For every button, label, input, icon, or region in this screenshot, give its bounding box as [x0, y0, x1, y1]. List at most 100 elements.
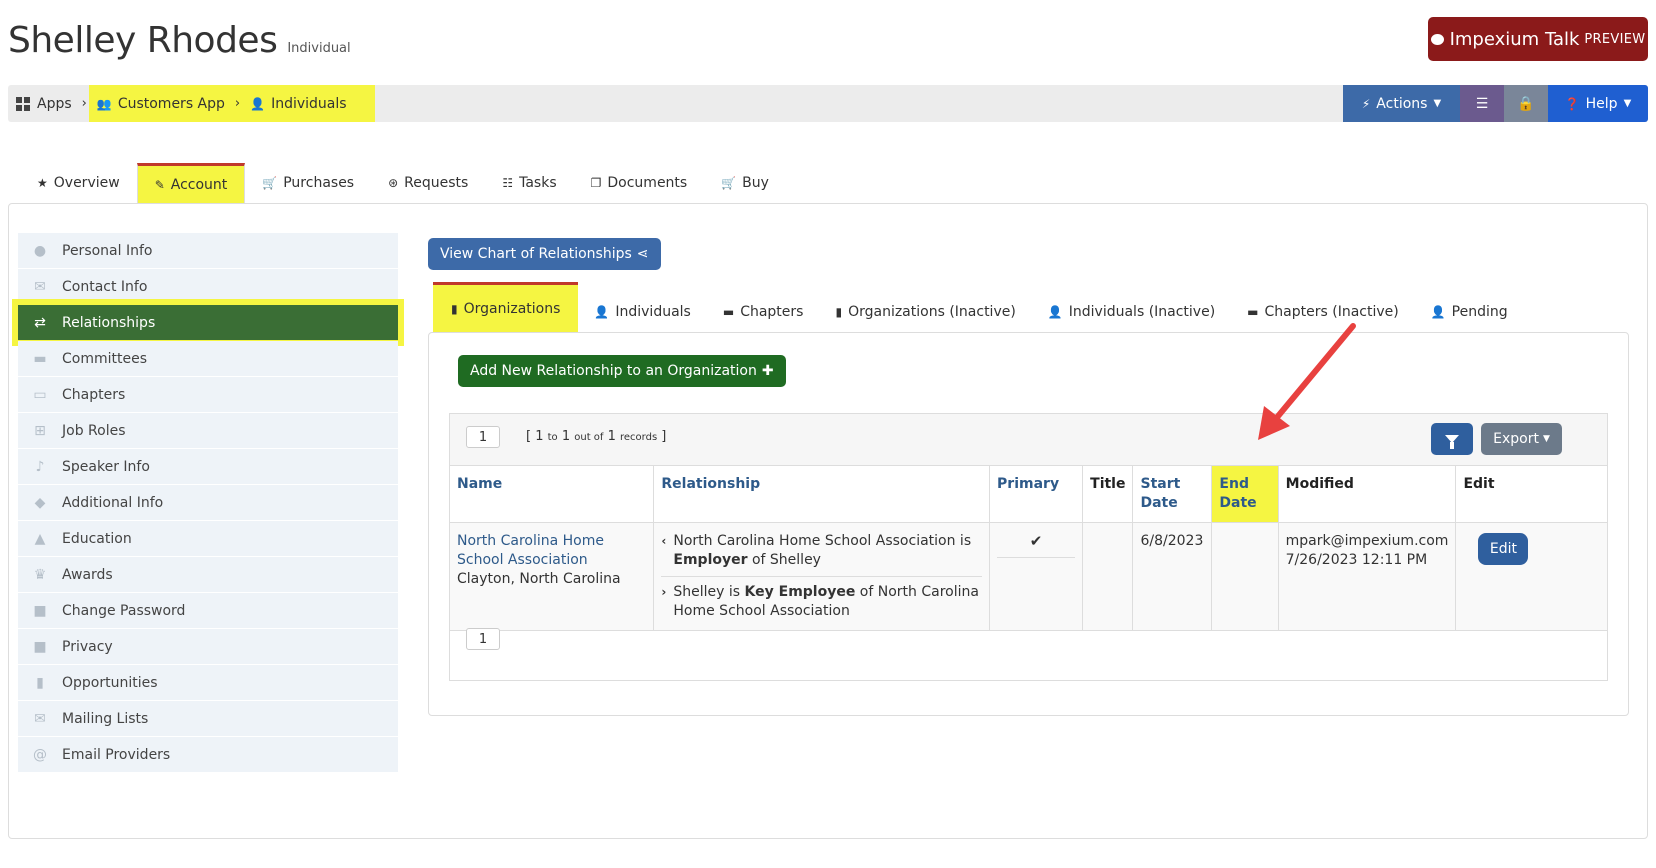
- actions-dropdown-button[interactable]: ⚡ Actions ▼: [1343, 85, 1460, 122]
- chevron-right-icon: ›: [81, 96, 87, 111]
- sidebar-item-change-password[interactable]: ■ Change Password: [18, 593, 398, 628]
- building-icon: ▮: [835, 305, 843, 319]
- col-header-title: Title: [1082, 466, 1134, 523]
- trophy-icon: ♛: [33, 566, 47, 583]
- tasks-icon: ☷: [502, 176, 514, 190]
- help-dropdown-button[interactable]: ❓ Help ▼: [1548, 85, 1648, 122]
- export-dropdown-button[interactable]: Export ▼: [1481, 423, 1562, 455]
- subtab-individuals-inactive[interactable]: 👤 Individuals (Inactive): [1032, 292, 1231, 332]
- chevron-left-icon: ‹: [661, 534, 667, 548]
- subtab-individuals[interactable]: 👤 Individuals: [578, 292, 706, 332]
- lock-button[interactable]: 🔒: [1504, 85, 1548, 122]
- relationship-line-2: › Shelley is Key Employee of North Carol…: [661, 584, 979, 619]
- list-icon: ☰: [1475, 95, 1489, 112]
- sidebar-item-mailing-lists[interactable]: ✉ Mailing Lists: [18, 701, 398, 736]
- main-tabs: ★ Overview ✎ Account 🛒 Purchases ⊛ Reque…: [20, 163, 786, 203]
- customer-type: Individual: [287, 41, 351, 56]
- at-icon: @: [33, 746, 47, 763]
- sidebar-item-chapters[interactable]: ▭ Chapters: [18, 377, 398, 412]
- sidebar-item-email-providers[interactable]: @ Email Providers: [18, 737, 398, 772]
- tab-overview[interactable]: ★ Overview: [20, 163, 137, 203]
- add-relationship-button[interactable]: Add New Relationship to an Organization …: [458, 355, 786, 387]
- chevron-down-icon: ▼: [1433, 98, 1442, 109]
- share-icon: ⋖: [636, 246, 649, 262]
- sidebar-item-privacy[interactable]: ■ Privacy: [18, 629, 398, 664]
- sidebar-item-additional-info[interactable]: ◆ Additional Info: [18, 485, 398, 520]
- cart-icon: 🛒: [721, 176, 737, 190]
- breadcrumb-customers-app[interactable]: 👥 Customers App: [89, 85, 233, 122]
- record-count: [ 1 to 1 out of 1 records ]: [526, 429, 667, 444]
- pager-page-top[interactable]: 1: [466, 426, 500, 448]
- cell-relationship: ‹ North Carolina Home School Association…: [653, 522, 991, 631]
- retweet-icon: ⇄: [34, 314, 46, 331]
- col-header-edit: Edit: [1455, 466, 1607, 523]
- col-header-relationship[interactable]: Relationship: [653, 466, 991, 523]
- grid-icon: [16, 96, 30, 111]
- customer-name: Shelley Rhodes: [8, 20, 278, 61]
- organization-link[interactable]: North Carolina Home School Association: [457, 532, 646, 570]
- tab-tasks[interactable]: ☷ Tasks: [485, 163, 573, 203]
- briefcase-icon: ▬: [33, 350, 47, 367]
- documents-icon: ❐: [590, 176, 602, 190]
- impexium-talk-button[interactable]: Impexium Talk PREVIEW: [1428, 17, 1648, 61]
- user-icon: 👤: [594, 305, 610, 319]
- sidebar-item-job-roles[interactable]: ⊞ Job Roles: [18, 413, 398, 448]
- edit-button[interactable]: Edit: [1478, 533, 1529, 565]
- col-header-name[interactable]: Name: [450, 466, 655, 523]
- edit-icon: ✎: [154, 177, 165, 192]
- cell-modified: mpark@impexium.com 7/26/2023 12:11 PM: [1278, 522, 1457, 631]
- cell-primary: ✔: [989, 522, 1084, 631]
- user-icon: 👤: [1047, 305, 1063, 319]
- col-header-end-date[interactable]: End Date: [1211, 466, 1279, 523]
- relationships-grid: Name Relationship Primary Title Start Da…: [450, 466, 1607, 631]
- lock-icon: 🔒: [1517, 95, 1535, 112]
- sidebar-item-awards[interactable]: ♛ Awards: [18, 557, 398, 592]
- user-icon: 👤: [250, 96, 266, 111]
- subtab-pending[interactable]: 👤 Pending: [1415, 292, 1524, 332]
- sitemap-icon: ⊞: [34, 422, 46, 439]
- tab-buy[interactable]: 🛒 Buy: [704, 163, 786, 203]
- breadcrumb-individuals[interactable]: 👤 Individuals: [242, 85, 354, 122]
- users-icon: 👥: [96, 96, 112, 111]
- cell-name: North Carolina Home School Association C…: [450, 522, 655, 631]
- col-header-primary[interactable]: Primary: [989, 466, 1084, 523]
- sidebar-item-opportunities[interactable]: ▮ Opportunities: [18, 665, 398, 700]
- list-button[interactable]: ☰: [1460, 85, 1504, 122]
- sidebar-item-relationships[interactable]: ⇄ Relationships: [12, 299, 404, 346]
- sidebar-item-committees[interactable]: ▬ Committees: [18, 341, 398, 376]
- subtab-chapters[interactable]: ▬ Chapters: [707, 292, 820, 332]
- chat-bubble-icon: [1430, 33, 1444, 45]
- col-header-modified: Modified: [1278, 466, 1457, 523]
- chevron-down-icon: ▼: [1542, 434, 1550, 444]
- modified-at: 7/26/2023 12:11 PM: [1285, 552, 1428, 568]
- archive-icon: ▬: [722, 305, 735, 319]
- tags-icon: ◆: [34, 494, 46, 511]
- sidebar-item-personal-info[interactable]: ● Personal Info: [18, 233, 398, 268]
- cell-start-date: 6/8/2023: [1132, 522, 1213, 631]
- sidebar-item-speaker-info[interactable]: ♪ Speaker Info: [18, 449, 398, 484]
- tab-account[interactable]: ✎ Account: [136, 163, 246, 203]
- filter-icon: [1445, 435, 1459, 449]
- tab-requests[interactable]: ⊛ Requests: [371, 163, 485, 203]
- breadcrumb-apps[interactable]: Apps: [8, 85, 80, 122]
- bolt-icon: ⚡: [1361, 96, 1371, 111]
- relationship-tabs: ▮ Organizations 👤 Individuals ▬ Chapters…: [433, 282, 1524, 332]
- col-header-start-date[interactable]: Start Date: [1132, 466, 1213, 523]
- subtab-organizations-inactive[interactable]: ▮ Organizations (Inactive): [819, 292, 1031, 332]
- view-chart-button[interactable]: View Chart of Relationships ⋖: [428, 238, 661, 270]
- star-icon: ★: [37, 176, 48, 190]
- tab-documents[interactable]: ❐ Documents: [574, 163, 705, 203]
- pager-page-bottom[interactable]: 1: [466, 628, 500, 650]
- question-circle-icon: ❓: [1564, 96, 1580, 111]
- subtab-chapters-inactive[interactable]: ▬ Chapters (Inactive): [1231, 292, 1415, 332]
- subtab-organizations[interactable]: ▮ Organizations: [433, 282, 579, 332]
- archive-icon: ▬: [1247, 305, 1259, 319]
- microphone-icon: ♪: [35, 458, 45, 475]
- divider: [661, 576, 983, 577]
- filter-button[interactable]: [1431, 423, 1473, 455]
- cart-icon: 🛒: [262, 176, 278, 190]
- sidebar-item-education[interactable]: ▲ Education: [18, 521, 398, 556]
- organization-location: Clayton, North Carolina: [457, 571, 621, 587]
- tab-purchases[interactable]: 🛒 Purchases: [245, 163, 371, 203]
- cell-end-date: [1211, 522, 1279, 631]
